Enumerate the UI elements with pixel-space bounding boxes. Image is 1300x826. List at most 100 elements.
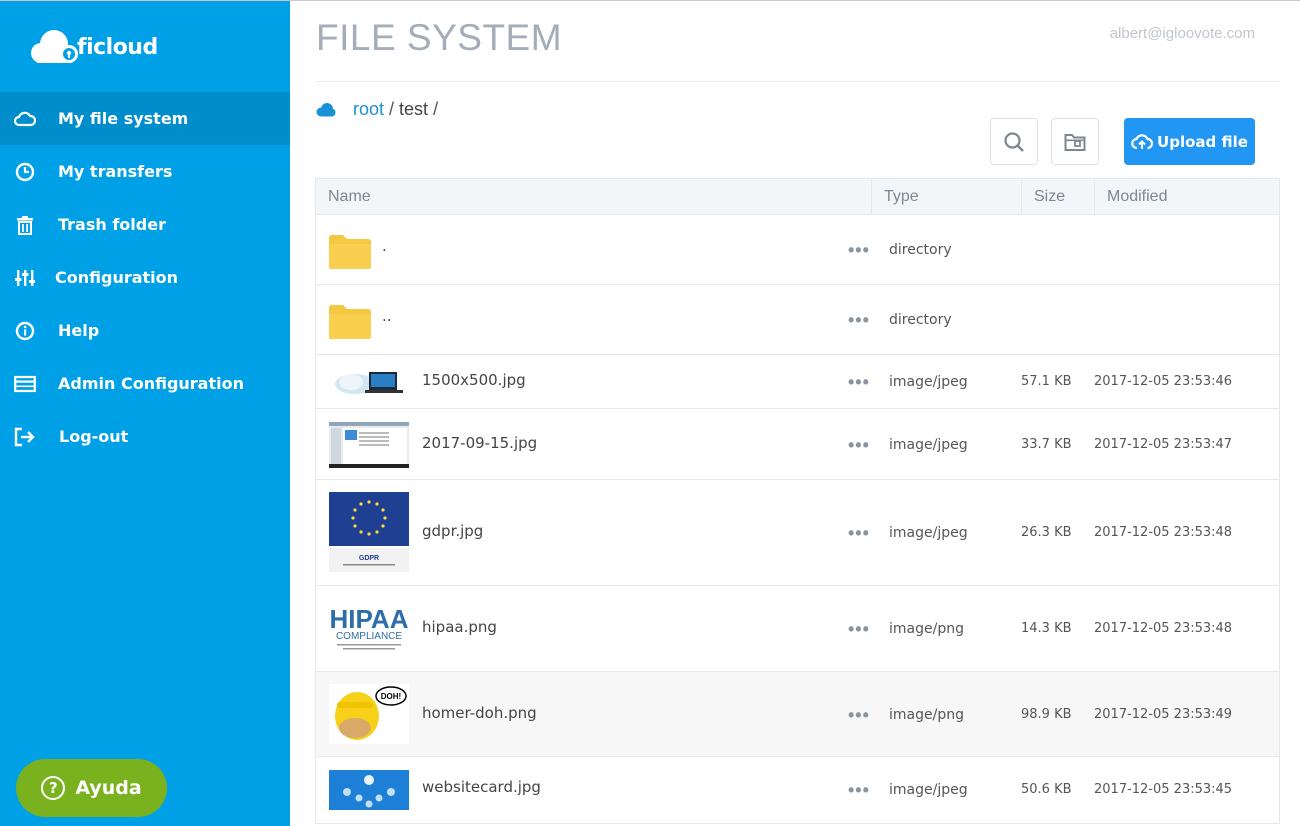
table-row[interactable]: DOH! homer-doh.png ••• image/png 98.9 KB… [316, 672, 1279, 757]
column-header-modified[interactable]: Modified [1095, 179, 1279, 214]
logo-cloud-icon [31, 30, 78, 63]
hipaa-thumb-text: HIPAA [330, 604, 409, 634]
file-size: 98.9 KB [1021, 707, 1072, 722]
file-size: 57.1 KB [1021, 374, 1072, 389]
file-type: image/png [889, 707, 964, 723]
file-name[interactable]: 1500x500.jpg [422, 371, 526, 389]
file-modified: 2017-12-05 23:53:48 [1094, 621, 1233, 636]
search-button[interactable] [990, 118, 1038, 165]
page-title: FILE SYSTEM [316, 17, 563, 58]
table-row[interactable]: .. ••• directory [316, 285, 1279, 355]
column-header-type[interactable]: Type [872, 179, 1022, 214]
column-header-size[interactable]: Size [1022, 179, 1095, 214]
sidebar: ficloud My file system My transfers Tras… [0, 1, 290, 826]
app-logo[interactable]: ficloud [27, 25, 158, 69]
sidebar-item-trash-folder[interactable]: Trash folder [0, 198, 290, 251]
file-type: directory [889, 312, 952, 328]
file-type: image/jpeg [889, 782, 968, 798]
new-folder-button[interactable] [1051, 118, 1099, 165]
column-header-name[interactable]: Name [316, 179, 872, 214]
sidebar-item-label: Configuration [55, 268, 179, 287]
sidebar-item-label: Help [58, 321, 100, 340]
more-options-icon[interactable]: ••• [848, 781, 870, 799]
file-table: Name Type Size Modified . ••• directory … [315, 178, 1280, 824]
image-thumbnail: DOH! [329, 684, 409, 744]
file-name[interactable]: gdpr.jpg [422, 522, 483, 540]
file-modified: 2017-12-05 23:53:46 [1094, 374, 1233, 389]
file-name[interactable]: hipaa.png [422, 618, 497, 636]
sidebar-item-label: My file system [58, 109, 189, 128]
question-icon: ? [41, 776, 66, 800]
table-row[interactable]: GDPR gdpr.jpg ••• image/jpeg 26.3 KB 201… [316, 480, 1279, 586]
file-name[interactable]: homer-doh.png [422, 704, 537, 722]
logo-text: ficloud [77, 34, 158, 60]
sliders-icon [14, 267, 36, 289]
breadcrumb-separator: / [389, 99, 395, 119]
table-header: Name Type Size Modified [316, 179, 1279, 215]
file-name[interactable]: 2017-09-15.jpg [422, 434, 537, 452]
info-icon [14, 320, 36, 342]
table-row[interactable]: 2017-09-15.jpg ••• image/jpeg 33.7 KB 20… [316, 409, 1279, 480]
file-modified: 2017-12-05 23:53:49 [1094, 707, 1233, 722]
upload-file-label: Upload file [1157, 132, 1248, 151]
sidebar-item-admin-configuration[interactable]: Admin Configuration [0, 357, 290, 410]
sidebar-item-my-transfers[interactable]: My transfers [0, 145, 290, 198]
homer-thumb-text: DOH! [381, 692, 401, 701]
sidebar-item-my-file-system[interactable]: My file system [0, 92, 290, 145]
hipaa-thumb-subtext: COMPLIANCE [336, 631, 402, 642]
sidebar-item-help[interactable]: Help [0, 304, 290, 357]
file-type: image/jpeg [889, 525, 968, 541]
file-name[interactable]: .. [382, 307, 392, 325]
sidebar-nav: My file system My transfers Trash folder… [0, 92, 290, 463]
header-divider [316, 81, 1280, 82]
sidebar-item-label: My transfers [58, 162, 173, 181]
file-type: image/jpeg [889, 374, 968, 390]
sidebar-item-log-out[interactable]: Log-out [0, 410, 290, 463]
image-thumbnail [329, 368, 409, 396]
sidebar-item-label: Log-out [59, 427, 129, 446]
sidebar-item-label: Admin Configuration [58, 374, 244, 393]
logout-icon [14, 426, 36, 448]
image-thumbnail [329, 770, 409, 810]
new-folder-icon [1064, 133, 1086, 151]
breadcrumb-root[interactable]: root [353, 99, 384, 120]
sidebar-item-label: Trash folder [58, 215, 166, 234]
more-options-icon[interactable]: ••• [848, 620, 870, 638]
user-email[interactable]: albert@igloovote.com [1110, 25, 1255, 42]
window-icon [14, 373, 36, 395]
more-options-icon[interactable]: ••• [848, 706, 870, 724]
more-options-icon[interactable]: ••• [848, 524, 870, 542]
breadcrumb-current: test [399, 99, 429, 119]
file-name[interactable]: . [382, 237, 387, 255]
file-modified: 2017-12-05 23:53:47 [1094, 437, 1233, 452]
more-options-icon[interactable]: ••• [848, 373, 870, 391]
file-name[interactable]: websitecard.jpg [422, 778, 541, 796]
cloud-icon [14, 108, 36, 130]
table-row[interactable]: . ••• directory [316, 215, 1279, 285]
file-type: image/png [889, 621, 964, 637]
gdpr-thumb-text: GDPR [359, 555, 379, 562]
upload-file-button[interactable]: Upload file [1124, 118, 1255, 165]
trash-icon [14, 214, 36, 236]
sidebar-item-configuration[interactable]: Configuration [0, 251, 290, 304]
file-size: 50.6 KB [1021, 782, 1072, 797]
folder-icon [329, 235, 371, 269]
file-size: 26.3 KB [1021, 525, 1072, 540]
table-row[interactable]: HIPAA COMPLIANCE hipaa.png ••• image/png… [316, 586, 1279, 672]
file-modified: 2017-12-05 23:53:48 [1094, 525, 1233, 540]
cloud-upload-icon [1131, 133, 1154, 149]
more-options-icon[interactable]: ••• [848, 436, 870, 454]
image-thumbnail [329, 422, 409, 468]
more-options-icon[interactable]: ••• [848, 241, 870, 259]
breadcrumb-separator: / [433, 99, 439, 119]
table-row[interactable]: 1500x500.jpg ••• image/jpeg 57.1 KB 2017… [316, 355, 1279, 409]
file-type: directory [889, 242, 952, 258]
clock-icon [14, 161, 36, 183]
help-button-label: Ayuda [75, 777, 142, 799]
breadcrumb: root / test / [316, 99, 443, 120]
table-row[interactable]: websitecard.jpg ••• image/jpeg 50.6 KB 2… [316, 757, 1279, 823]
search-icon [1004, 131, 1024, 152]
cloud-icon [316, 102, 336, 116]
more-options-icon[interactable]: ••• [848, 311, 870, 329]
help-button[interactable]: ? Ayuda [16, 759, 167, 817]
